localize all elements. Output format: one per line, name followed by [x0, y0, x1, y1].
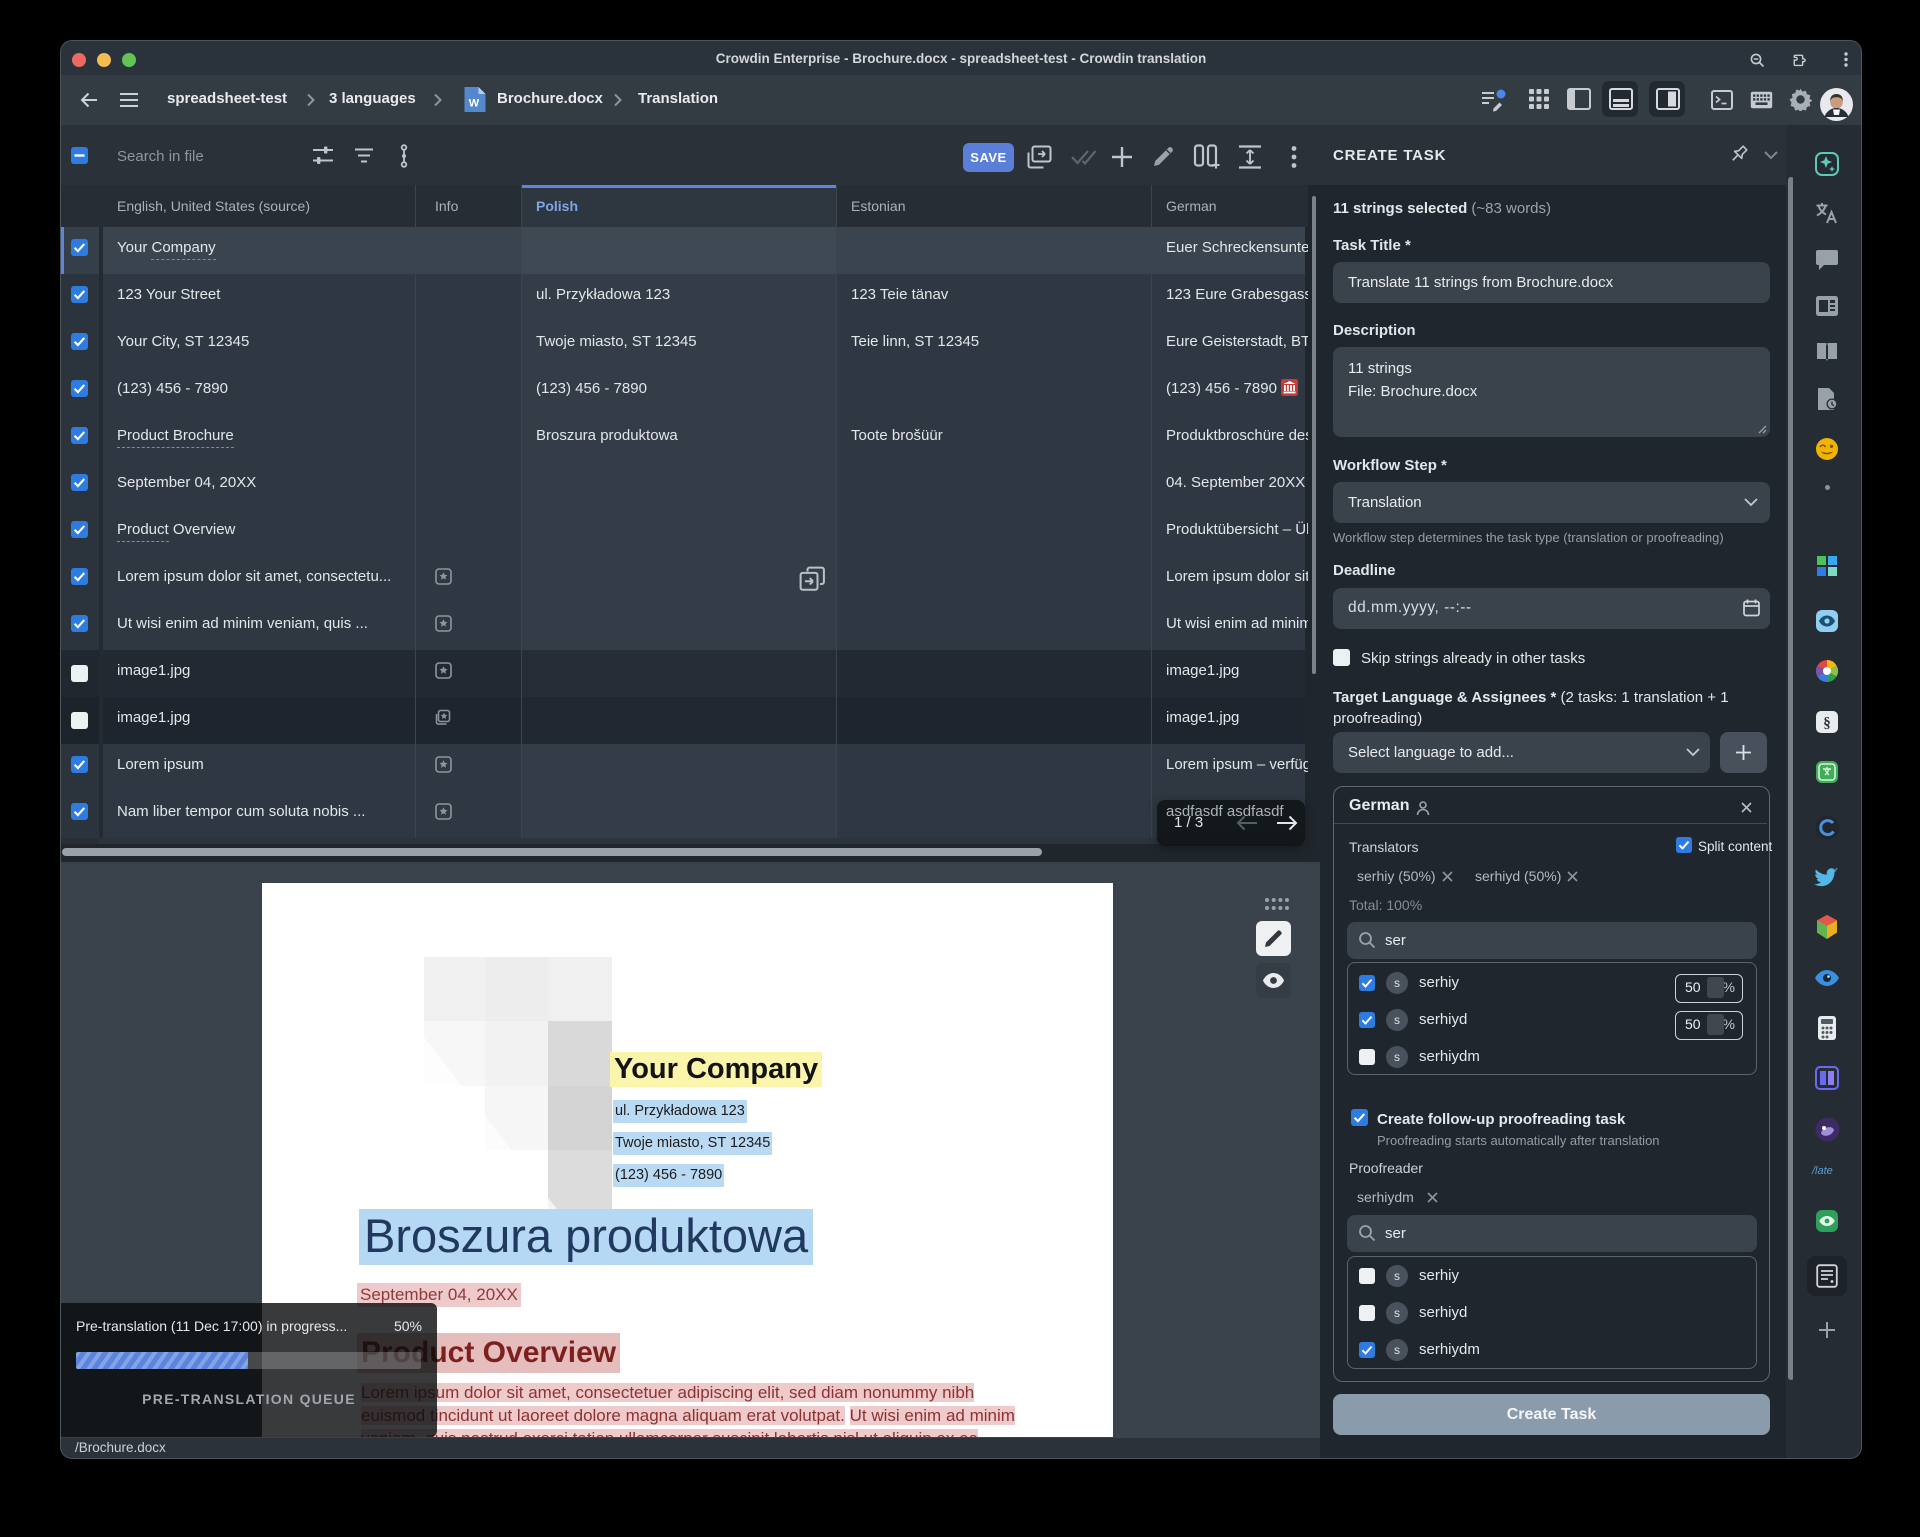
svg-text:W: W [469, 98, 480, 110]
svg-text:§: § [1823, 716, 1831, 732]
